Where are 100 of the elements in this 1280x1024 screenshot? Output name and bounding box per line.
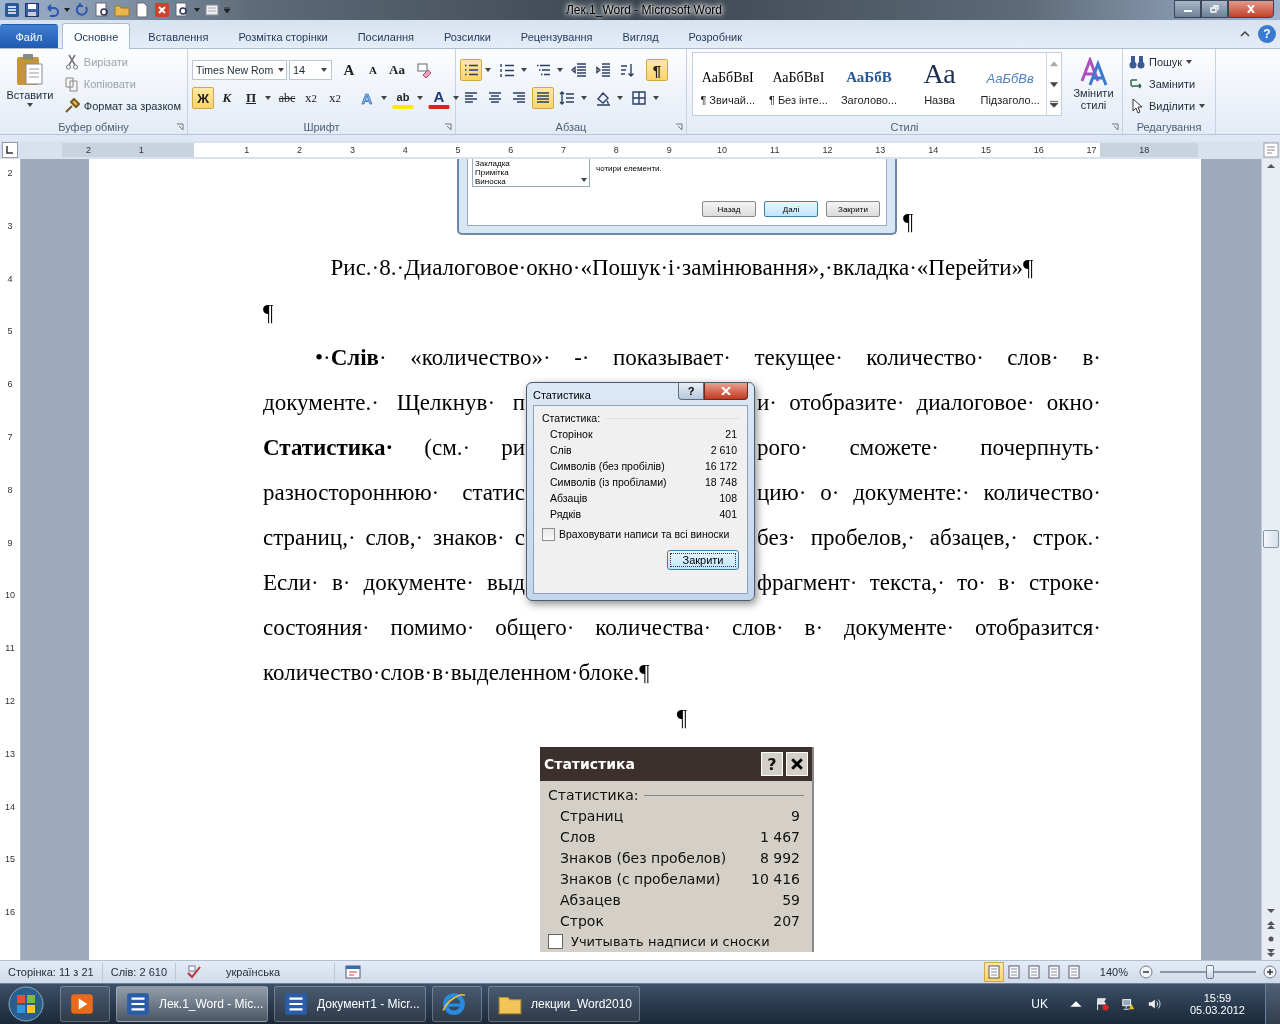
taskbar-item[interactable]: Лек.1_Word - Mic... <box>116 986 268 1022</box>
change-styles-button[interactable]: Змінити стилі <box>1069 57 1118 111</box>
file-tab[interactable]: Файл <box>0 24 58 48</box>
ribbon-tab[interactable]: Посилання <box>345 24 426 48</box>
ruler-number: 14 <box>5 800 15 814</box>
help-button[interactable]: ? <box>678 383 704 400</box>
replace-button[interactable]: Замінити <box>1127 73 1211 95</box>
restore-button[interactable] <box>1201 0 1228 18</box>
print-preview-icon[interactable] <box>174 2 190 18</box>
slider-thumb[interactable] <box>1205 965 1214 979</box>
ribbon-tab[interactable]: Вставлення <box>136 24 221 48</box>
caret-icon[interactable] <box>521 68 527 72</box>
ruler-number: 16 <box>1032 145 1045 155</box>
font-size-field[interactable]: 14 <box>289 60 332 80</box>
ribbon-tab[interactable]: Розробник <box>676 24 755 48</box>
painter-button[interactable]: Формат за зразком <box>61 95 183 117</box>
language-indicator[interactable]: UK <box>1031 997 1048 1011</box>
underline-button[interactable]: П <box>240 87 262 109</box>
close-dialog-button[interactable]: Закрити <box>667 550 739 570</box>
italic-button[interactable]: К <box>216 87 238 109</box>
paragraph-mark: ¶ <box>903 209 914 235</box>
close-button[interactable] <box>704 383 748 400</box>
clear-formatting-icon[interactable] <box>416 62 432 78</box>
paste-button[interactable]: Вставити <box>4 51 56 117</box>
justify-button[interactable] <box>532 87 554 109</box>
close-icon[interactable] <box>154 2 170 18</box>
caret-icon[interactable] <box>64 7 70 13</box>
network-icon[interactable] <box>1120 997 1135 1011</box>
view-button[interactable] <box>983 962 1004 982</box>
zoom-out-icon[interactable] <box>1139 965 1153 979</box>
strike-button[interactable]: abc <box>276 87 298 109</box>
dialog-launcher-icon[interactable] <box>1111 123 1119 131</box>
collapse-ribbon-icon[interactable] <box>1240 30 1250 38</box>
save-icon[interactable] <box>24 2 40 18</box>
caret-icon[interactable] <box>194 7 200 13</box>
caret-icon[interactable] <box>453 96 459 100</box>
ribbon-tab[interactable]: Рецензування <box>508 24 605 48</box>
help-button[interactable]: ? <box>1258 25 1276 43</box>
zoom-level[interactable]: 140% <box>1091 963 1136 981</box>
scroll-thumb[interactable] <box>1263 529 1279 548</box>
print-preview-icon[interactable] <box>94 2 110 18</box>
caret-icon[interactable] <box>617 96 623 100</box>
close-icon <box>791 758 803 770</box>
style-item[interactable]: Аа Назва <box>904 53 975 115</box>
show-marks-button[interactable]: ¶ <box>646 59 668 81</box>
word-count[interactable]: Слів: 2 610 <box>102 963 176 981</box>
taskbar-item[interactable] <box>432 986 482 1022</box>
language-indicator[interactable]: українська <box>212 963 335 981</box>
document-icon[interactable] <box>134 2 150 18</box>
close-button[interactable] <box>1228 0 1274 18</box>
highlight-button[interactable]: ab <box>392 87 414 109</box>
select-button[interactable]: Виділити <box>1127 95 1211 117</box>
caret-icon[interactable] <box>485 68 491 72</box>
taskbar-item[interactable]: Документ1 - Micr... <box>274 986 426 1022</box>
minimize-button[interactable] <box>1174 0 1201 18</box>
dialog-launcher-icon[interactable] <box>444 123 452 131</box>
zoom-in-icon[interactable] <box>1263 965 1277 979</box>
form-icon[interactable] <box>204 2 220 18</box>
font-color-button[interactable]: A <box>428 87 450 109</box>
stat-label: Строк <box>560 912 604 929</box>
proofing-icon[interactable] <box>186 964 202 980</box>
dialog-launcher-icon[interactable] <box>675 123 683 131</box>
macro-icon[interactable] <box>345 964 361 980</box>
style-item[interactable]: АаБбВв Підзаголо... <box>974 53 1046 115</box>
style-item[interactable]: АаБбВ Заголово... <box>833 53 905 115</box>
bullets-button[interactable] <box>460 59 482 81</box>
checkbox-label[interactable]: Враховувати написи та всі виноски <box>559 528 730 540</box>
stat-label: Знаков (без пробелов) <box>560 849 727 866</box>
ribbon-tab[interactable]: Основне <box>62 23 131 49</box>
show-desktop-button[interactable] <box>1265 984 1280 1024</box>
start-button[interactable] <box>6 984 46 1024</box>
caret-icon[interactable] <box>265 96 271 100</box>
ruler-number: 14 <box>927 145 940 155</box>
caret-icon[interactable] <box>417 96 423 100</box>
caret-icon[interactable] <box>557 68 563 72</box>
change-case-button[interactable]: Aa <box>386 59 408 81</box>
checkbox[interactable] <box>542 527 555 541</box>
caret-icon[interactable] <box>581 96 587 100</box>
caret-icon[interactable] <box>381 96 387 100</box>
caret-icon[interactable] <box>653 96 659 100</box>
clock[interactable]: 15:59 05.03.2012 <box>1183 991 1251 1017</box>
vertical-scrollbar[interactable] <box>1261 159 1280 960</box>
taskbar-item[interactable] <box>60 986 110 1022</box>
taskbar-item[interactable]: лекции_Word2010 <box>488 986 640 1022</box>
ribbon-tab[interactable]: Розсилки <box>432 24 503 48</box>
ribbon-tab[interactable]: Розмітка сторінки <box>226 24 340 48</box>
page-count[interactable]: Сторінка: 11 з 21 <box>0 963 103 981</box>
style-item[interactable]: АаБбВвІ ¶ Звичай... <box>692 53 764 115</box>
bold-button[interactable]: Ж <box>192 87 214 109</box>
find-button[interactable]: Пошук <box>1127 51 1211 73</box>
flag-icon[interactable] <box>1094 997 1109 1011</box>
ribbon-tab[interactable]: Вигляд <box>610 24 671 48</box>
dialog-launcher-icon[interactable] <box>176 123 184 131</box>
volume-icon[interactable] <box>1146 997 1161 1011</box>
style-item[interactable]: АаБбВвІ ¶ Без інте... <box>763 53 834 115</box>
customize-toolbar-icon[interactable] <box>224 7 230 13</box>
font-name-field[interactable]: Times New Rom <box>192 60 287 80</box>
tab-stop-icon[interactable] <box>2 142 18 158</box>
grow-font-button[interactable]: A <box>338 59 360 81</box>
shrink-font-button[interactable]: A <box>362 59 384 81</box>
